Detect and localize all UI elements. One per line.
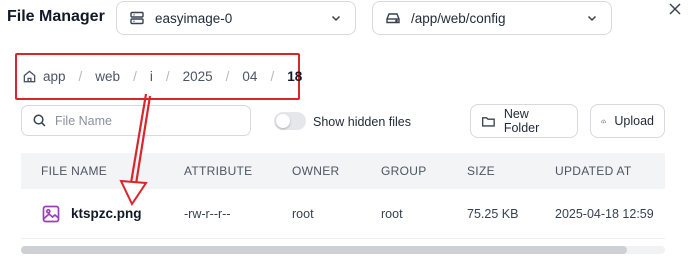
column-header-updated-at[interactable]: UPDATED AT — [555, 164, 665, 178]
dialog-title: File Manager — [7, 8, 105, 25]
table-row[interactable]: ktspzc.png -rw-r--r-- root root 75.25 KB… — [21, 189, 665, 239]
breadcrumb-item-web[interactable]: web — [95, 69, 120, 84]
breadcrumb-separator: / — [133, 69, 137, 84]
column-header-size[interactable]: SIZE — [467, 164, 555, 178]
path-select-value: /app/web/config — [411, 10, 506, 26]
column-header-attribute[interactable]: ATTRIBUTE — [184, 164, 292, 178]
scrollbar-thumb[interactable] — [21, 246, 627, 254]
toggle-knob — [276, 114, 290, 128]
folder-icon — [482, 116, 495, 127]
breadcrumb-item-18: 18 — [287, 69, 303, 84]
search-box — [21, 105, 251, 136]
horizontal-scrollbar[interactable] — [21, 246, 665, 254]
chevron-down-icon — [331, 15, 341, 22]
hidden-files-toggle[interactable] — [274, 112, 306, 130]
breadcrumb: app / web / i / 2025 / 04 / 18 — [22, 69, 302, 84]
cloud-upload-icon — [601, 119, 607, 123]
server-icon — [130, 11, 144, 25]
column-header-group[interactable]: GROUP — [381, 164, 467, 178]
search-input[interactable] — [55, 113, 235, 128]
breadcrumb-item-04[interactable]: 04 — [242, 69, 257, 84]
breadcrumb-item-app[interactable]: app — [43, 69, 66, 84]
chevron-down-icon — [587, 15, 597, 22]
file-attribute: -rw-r--r-- — [184, 206, 231, 221]
upload-label: Upload — [614, 114, 654, 128]
column-header-file-name[interactable]: FILE NAME — [21, 164, 184, 178]
file-owner: root — [292, 206, 314, 221]
column-header-owner[interactable]: OWNER — [292, 164, 381, 178]
file-name-cell: ktspzc.png — [21, 204, 184, 224]
search-icon — [33, 114, 46, 127]
breadcrumb-separator: / — [270, 69, 275, 84]
breadcrumb-item-i[interactable]: i — [150, 69, 153, 84]
breadcrumb-item-2025[interactable]: 2025 — [183, 69, 213, 84]
breadcrumb-separator: / — [225, 69, 230, 84]
new-folder-button[interactable]: New Folder — [470, 104, 578, 138]
file-updated-at: 2025-04-18 12:59 — [555, 206, 654, 221]
new-folder-label: New Folder — [503, 107, 540, 135]
hidden-files-label: Show hidden files — [313, 115, 411, 129]
file-size: 75.25 KB — [467, 206, 519, 221]
server-select-value: easyimage-0 — [155, 10, 233, 26]
server-select[interactable]: easyimage-0 — [116, 1, 356, 35]
close-icon[interactable] — [668, 2, 682, 16]
home-icon[interactable] — [22, 69, 37, 84]
file-table: FILE NAME ATTRIBUTE OWNER GROUP SIZE UPD… — [21, 153, 665, 239]
breadcrumb-separator: / — [78, 69, 83, 84]
breadcrumb-separator: / — [165, 69, 170, 84]
file-name[interactable]: ktspzc.png — [71, 206, 142, 221]
image-file-icon — [42, 205, 60, 222]
hard-drive-icon — [386, 13, 400, 24]
table-header: FILE NAME ATTRIBUTE OWNER GROUP SIZE UPD… — [21, 153, 665, 189]
path-select[interactable]: /app/web/config — [372, 1, 612, 35]
upload-button[interactable]: Upload — [590, 104, 665, 138]
file-group: root — [381, 206, 403, 221]
